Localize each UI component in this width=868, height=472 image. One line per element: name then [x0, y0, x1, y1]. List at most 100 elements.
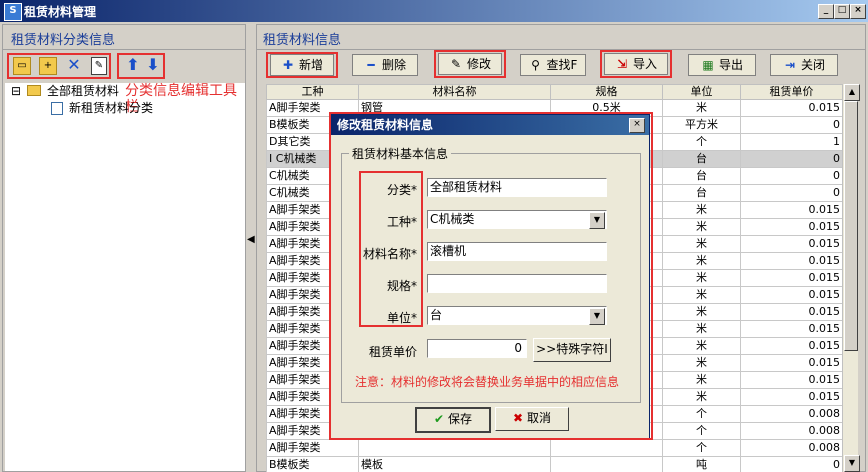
- import-button[interactable]: ⇲ 导入: [604, 53, 668, 75]
- column-header[interactable]: 工种: [266, 84, 359, 100]
- cell-price: 0.015: [740, 201, 842, 219]
- cell-unit: 平方米: [662, 116, 741, 134]
- move-down-icon[interactable]: ⬇: [145, 55, 161, 75]
- export-button[interactable]: ▦ 导出: [688, 54, 756, 76]
- cell-unit: 米: [662, 218, 741, 236]
- cell-price: 0: [740, 456, 842, 472]
- cell-unit: 吨: [662, 456, 741, 472]
- cell-price: 0.015: [740, 371, 842, 389]
- cell-spec: [550, 439, 663, 457]
- toolbar-annotation: 分类信息编辑工具栏: [125, 83, 237, 115]
- column-header[interactable]: 租赁单价: [740, 84, 842, 100]
- cell-unit: 米: [662, 235, 741, 253]
- open-folder-icon[interactable]: ▭: [13, 57, 31, 75]
- cell-price: 0.015: [740, 269, 842, 287]
- cell-price: 0.015: [740, 337, 842, 355]
- cell-unit: 米: [662, 201, 741, 219]
- find-button[interactable]: ⚲ 查找F: [520, 54, 586, 76]
- dialog-highlight: [329, 112, 653, 440]
- document-icon: [51, 102, 63, 115]
- cell-unit: 个: [662, 133, 741, 151]
- cell-price: 0.015: [740, 388, 842, 406]
- scroll-down-icon[interactable]: ▼: [844, 455, 860, 472]
- category-tree: ⊟ 全部租赁材料 分类信息编辑工具栏 新租赁材料分类: [5, 83, 245, 471]
- category-panel-title: 租赁材料分类信息: [11, 29, 116, 48]
- cell-unit: 米: [662, 320, 741, 338]
- cell-name: 模板: [358, 456, 551, 472]
- edit-icon: ✎: [450, 57, 462, 71]
- cell-type: A脚手架类: [266, 439, 359, 457]
- cell-unit: 米: [662, 269, 741, 287]
- minus-icon: ━: [367, 58, 375, 72]
- cell-price: 0.015: [740, 252, 842, 270]
- scroll-up-icon[interactable]: ▲: [844, 84, 860, 101]
- cell-unit: 米: [662, 99, 741, 117]
- tree-item-all[interactable]: 全部租赁材料: [47, 83, 119, 99]
- cell-price: 0.008: [740, 439, 842, 457]
- close-window-button[interactable]: ×: [850, 4, 866, 19]
- table-row[interactable]: B模板类 模板 吨 0: [266, 456, 842, 472]
- cell-unit: 米: [662, 337, 741, 355]
- cell-price: 0: [740, 167, 842, 185]
- add-button[interactable]: ✚ 新增: [270, 54, 334, 76]
- table-row[interactable]: A脚手架类 个 0.008: [266, 439, 842, 457]
- edit-button[interactable]: ✎ 修改: [438, 53, 502, 75]
- cell-price: 0.008: [740, 422, 842, 440]
- cell-price: 0: [740, 184, 842, 202]
- edit-category-icon[interactable]: ✎: [91, 57, 107, 75]
- cell-unit: 个: [662, 439, 741, 457]
- new-folder-icon[interactable]: +: [39, 57, 57, 75]
- scroll-thumb[interactable]: [844, 101, 858, 351]
- delete-category-icon[interactable]: ✕: [65, 56, 83, 74]
- cell-unit: 台: [662, 167, 741, 185]
- delete-button[interactable]: ━ 删除: [352, 54, 418, 76]
- grid-scrollbar[interactable]: ▲ ▼: [842, 84, 860, 472]
- maximize-button[interactable]: □: [834, 4, 850, 19]
- cell-unit: 米: [662, 388, 741, 406]
- folder-icon: [27, 85, 41, 96]
- cell-name: [358, 439, 551, 457]
- window-title: 租赁材料管理: [24, 5, 97, 19]
- column-header[interactable]: 材料名称: [358, 84, 551, 100]
- cell-price: 0.015: [740, 354, 842, 372]
- close-button[interactable]: ⇥ 关闭: [770, 54, 838, 76]
- move-up-icon[interactable]: ⬆: [125, 55, 141, 75]
- tree-expander[interactable]: ⊟: [11, 83, 21, 99]
- cell-unit: 米: [662, 286, 741, 304]
- cell-price: 0.015: [740, 286, 842, 304]
- cell-price: 0.015: [740, 303, 842, 321]
- exit-icon: ⇥: [784, 58, 796, 72]
- cell-unit: 个: [662, 422, 741, 440]
- divider: [3, 49, 245, 50]
- cell-price: 1: [740, 133, 842, 151]
- cell-price: 0: [740, 150, 842, 168]
- divider: [257, 49, 865, 50]
- column-header[interactable]: 规格: [550, 84, 663, 100]
- cell-unit: 台: [662, 184, 741, 202]
- splitter[interactable]: ◀: [247, 24, 255, 472]
- minimize-button[interactable]: _: [818, 4, 834, 19]
- material-panel-title: 租赁材料信息: [263, 29, 342, 48]
- cell-unit: 个: [662, 405, 741, 423]
- cell-type: B模板类: [266, 456, 359, 472]
- cell-price: 0.015: [740, 218, 842, 236]
- grid-header-row: 工种 材料名称 规格 单位 租赁单价: [266, 84, 842, 100]
- collapse-arrow-icon[interactable]: ◀: [247, 234, 255, 245]
- cell-unit: 米: [662, 252, 741, 270]
- excel-icon: ▦: [702, 58, 714, 72]
- column-header[interactable]: 单位: [662, 84, 741, 100]
- cell-price: 0: [740, 116, 842, 134]
- cell-unit: 米: [662, 354, 741, 372]
- plus-icon: ✚: [282, 58, 294, 72]
- cell-unit: 米: [662, 303, 741, 321]
- cell-price: 0.015: [740, 235, 842, 253]
- cell-spec: [550, 456, 663, 472]
- cell-unit: 米: [662, 371, 741, 389]
- binoculars-icon: ⚲: [531, 58, 540, 72]
- cell-price: 0.015: [740, 99, 842, 117]
- import-icon: ⇲: [616, 57, 628, 71]
- window-title-bar: S 租赁材料管理 _ □ ×: [0, 0, 868, 22]
- app-icon: S: [4, 3, 22, 21]
- cell-price: 0.008: [740, 405, 842, 423]
- tree-item-new[interactable]: 新租赁材料分类: [69, 100, 153, 116]
